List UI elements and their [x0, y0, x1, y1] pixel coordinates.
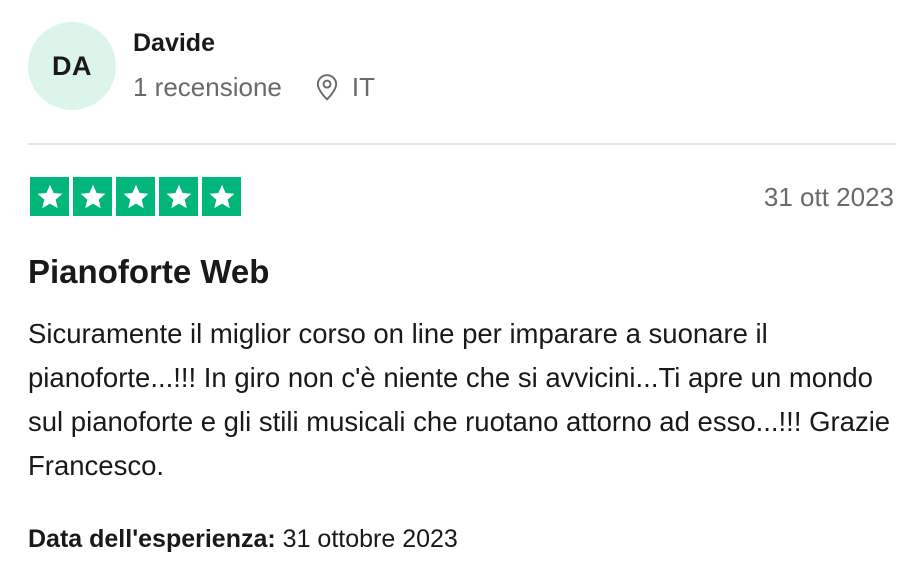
location-pin-icon [316, 74, 338, 101]
reviewer-info: Davide 1 recensione IT [133, 22, 375, 102]
review-date: 31 ott 2023 [763, 182, 894, 212]
reviewer-location: IT [314, 72, 375, 102]
star-icon [30, 177, 69, 216]
reviewer-header: DA Davide 1 recensione IT [28, 22, 375, 110]
star-icon [116, 177, 155, 216]
experience-date-value: 31 ottobre 2023 [282, 525, 458, 553]
reviewer-name[interactable]: Davide [133, 28, 375, 58]
star-icon [202, 177, 241, 216]
star-icon [73, 177, 112, 216]
reviewer-country: IT [351, 72, 375, 102]
reviewer-meta: 1 recensione IT [133, 72, 375, 102]
review-card: DA Davide 1 recensione IT 31 ott 2023 Pi… [0, 0, 922, 586]
experience-date-label: Data dell'esperienza: [28, 525, 276, 553]
review-count: 1 recensione [133, 72, 282, 102]
review-title[interactable]: Pianoforte Web [28, 252, 269, 292]
divider [28, 143, 896, 145]
star-rating [30, 177, 241, 216]
avatar-initials: DA [52, 50, 92, 81]
star-icon [159, 177, 198, 216]
experience-date: Data dell'esperienza: 31 ottobre 2023 [28, 523, 458, 555]
review-body: Sicuramente il miglior corso on line per… [28, 318, 891, 481]
avatar[interactable]: DA [28, 22, 116, 110]
